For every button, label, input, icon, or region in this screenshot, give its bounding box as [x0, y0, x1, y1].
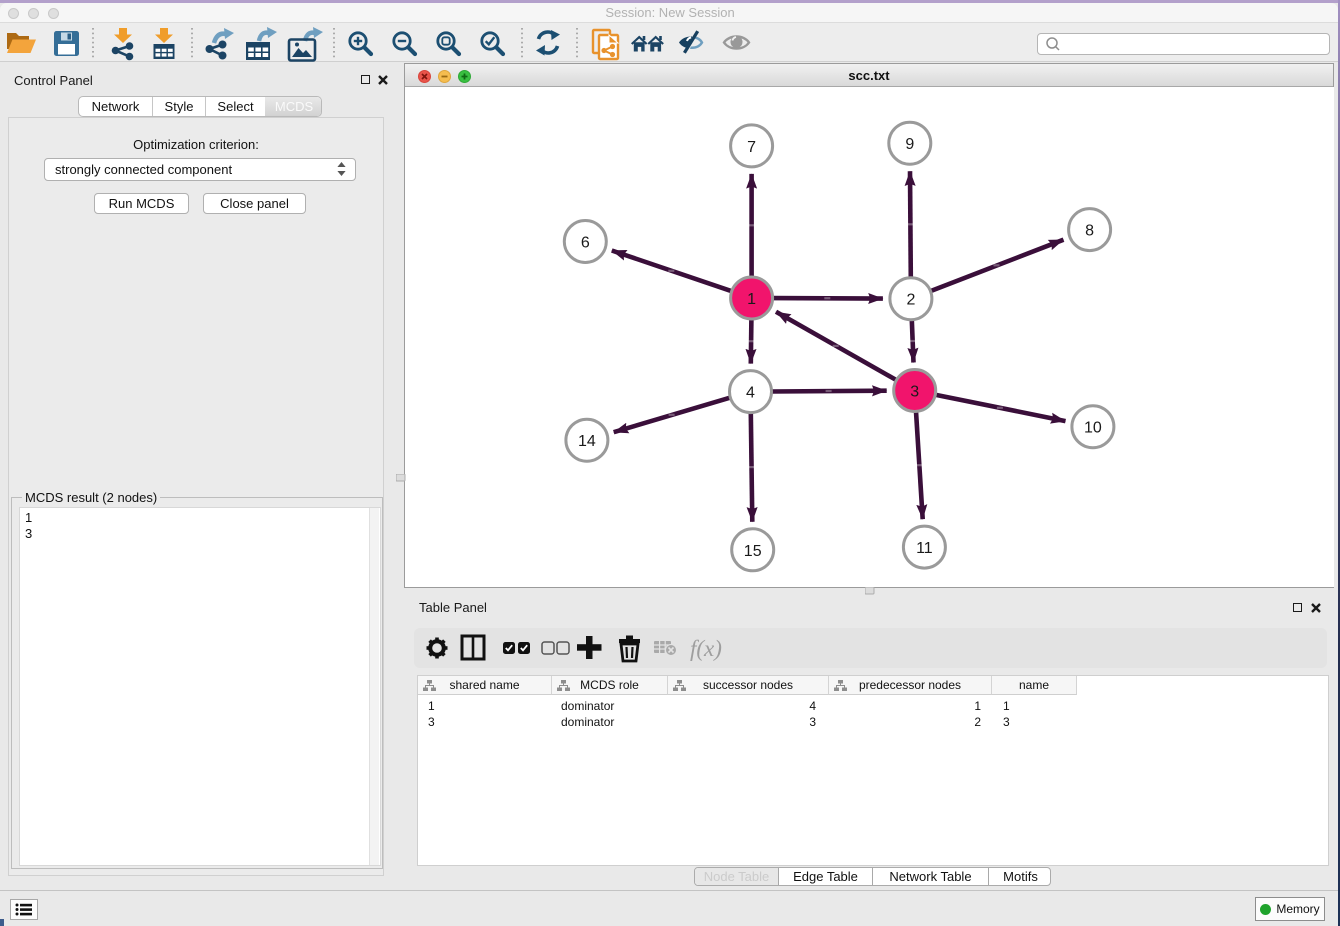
svg-text:15: 15 [744, 543, 762, 560]
svg-text:1: 1 [747, 291, 756, 308]
svg-text:8: 8 [1085, 223, 1094, 240]
svg-text:4: 4 [746, 385, 755, 402]
svg-text:2: 2 [906, 292, 915, 309]
svg-text:10: 10 [1084, 420, 1102, 437]
svg-text:f(x): f(x) [690, 636, 722, 661]
svg-text:3: 3 [910, 384, 919, 401]
svg-text:11: 11 [916, 540, 933, 557]
svg-text:7: 7 [747, 139, 756, 156]
svg-text:9: 9 [905, 136, 914, 153]
svg-text:6: 6 [581, 235, 590, 252]
svg-text:14: 14 [578, 433, 596, 450]
